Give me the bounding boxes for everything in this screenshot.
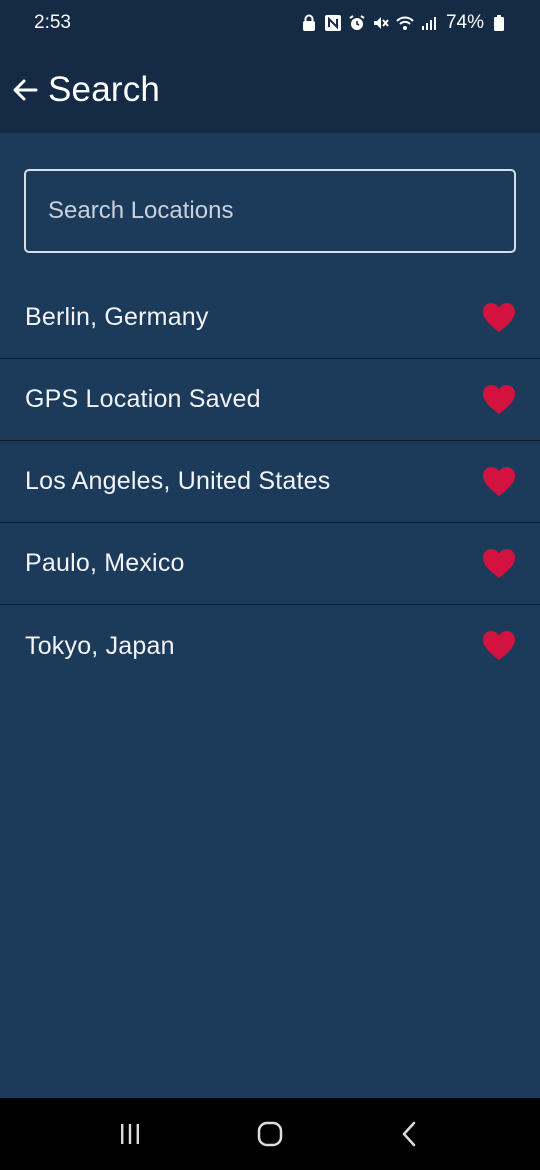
lock-icon: [300, 14, 318, 32]
status-icons: 74%: [300, 12, 508, 34]
location-label: Paulo, Mexico: [25, 549, 185, 577]
location-list-item[interactable]: Berlin, Germany: [0, 277, 540, 359]
arrow-left-icon: [13, 79, 38, 100]
heart-icon[interactable]: [482, 548, 516, 580]
battery-icon: [490, 14, 508, 32]
app-bar: Search: [0, 46, 540, 133]
recent-apps-button[interactable]: [100, 1104, 160, 1164]
mute-icon: [372, 14, 390, 32]
signal-icon: [420, 14, 438, 32]
status-bar: 2:53 74%: [0, 0, 540, 46]
location-list-item[interactable]: Tokyo, Japan: [0, 605, 540, 687]
location-label: Los Angeles, United States: [25, 467, 331, 495]
heart-icon[interactable]: [482, 302, 516, 334]
battery-percent: 74%: [445, 12, 484, 33]
wifi-icon: [396, 14, 414, 32]
heart-icon[interactable]: [482, 466, 516, 498]
system-nav-bar: [0, 1098, 540, 1170]
search-input[interactable]: [24, 169, 516, 253]
recent-apps-icon: [121, 1124, 139, 1144]
location-label: GPS Location Saved: [25, 385, 261, 413]
heart-icon[interactable]: [482, 630, 516, 662]
location-list-item[interactable]: Los Angeles, United States: [0, 441, 540, 523]
alarm-icon: [348, 14, 366, 32]
nfc-icon: [324, 14, 342, 32]
heart-icon[interactable]: [482, 384, 516, 416]
status-time: 2:53: [34, 12, 71, 33]
main-content: Berlin, Germany GPS Location Saved Los Ang…: [0, 133, 540, 1098]
back-icon: [402, 1121, 416, 1147]
back-button[interactable]: [10, 75, 40, 105]
home-icon: [257, 1121, 283, 1147]
page-title: Search: [48, 69, 161, 109]
location-label: Tokyo, Japan: [25, 631, 175, 660]
location-list: Berlin, Germany GPS Location Saved Los Ang…: [0, 277, 540, 687]
location-label: Berlin, Germany: [25, 303, 209, 331]
home-button[interactable]: [240, 1104, 300, 1164]
system-back-button[interactable]: [380, 1104, 440, 1164]
location-list-item[interactable]: Paulo, Mexico: [0, 523, 540, 605]
location-list-item[interactable]: GPS Location Saved: [0, 359, 540, 441]
